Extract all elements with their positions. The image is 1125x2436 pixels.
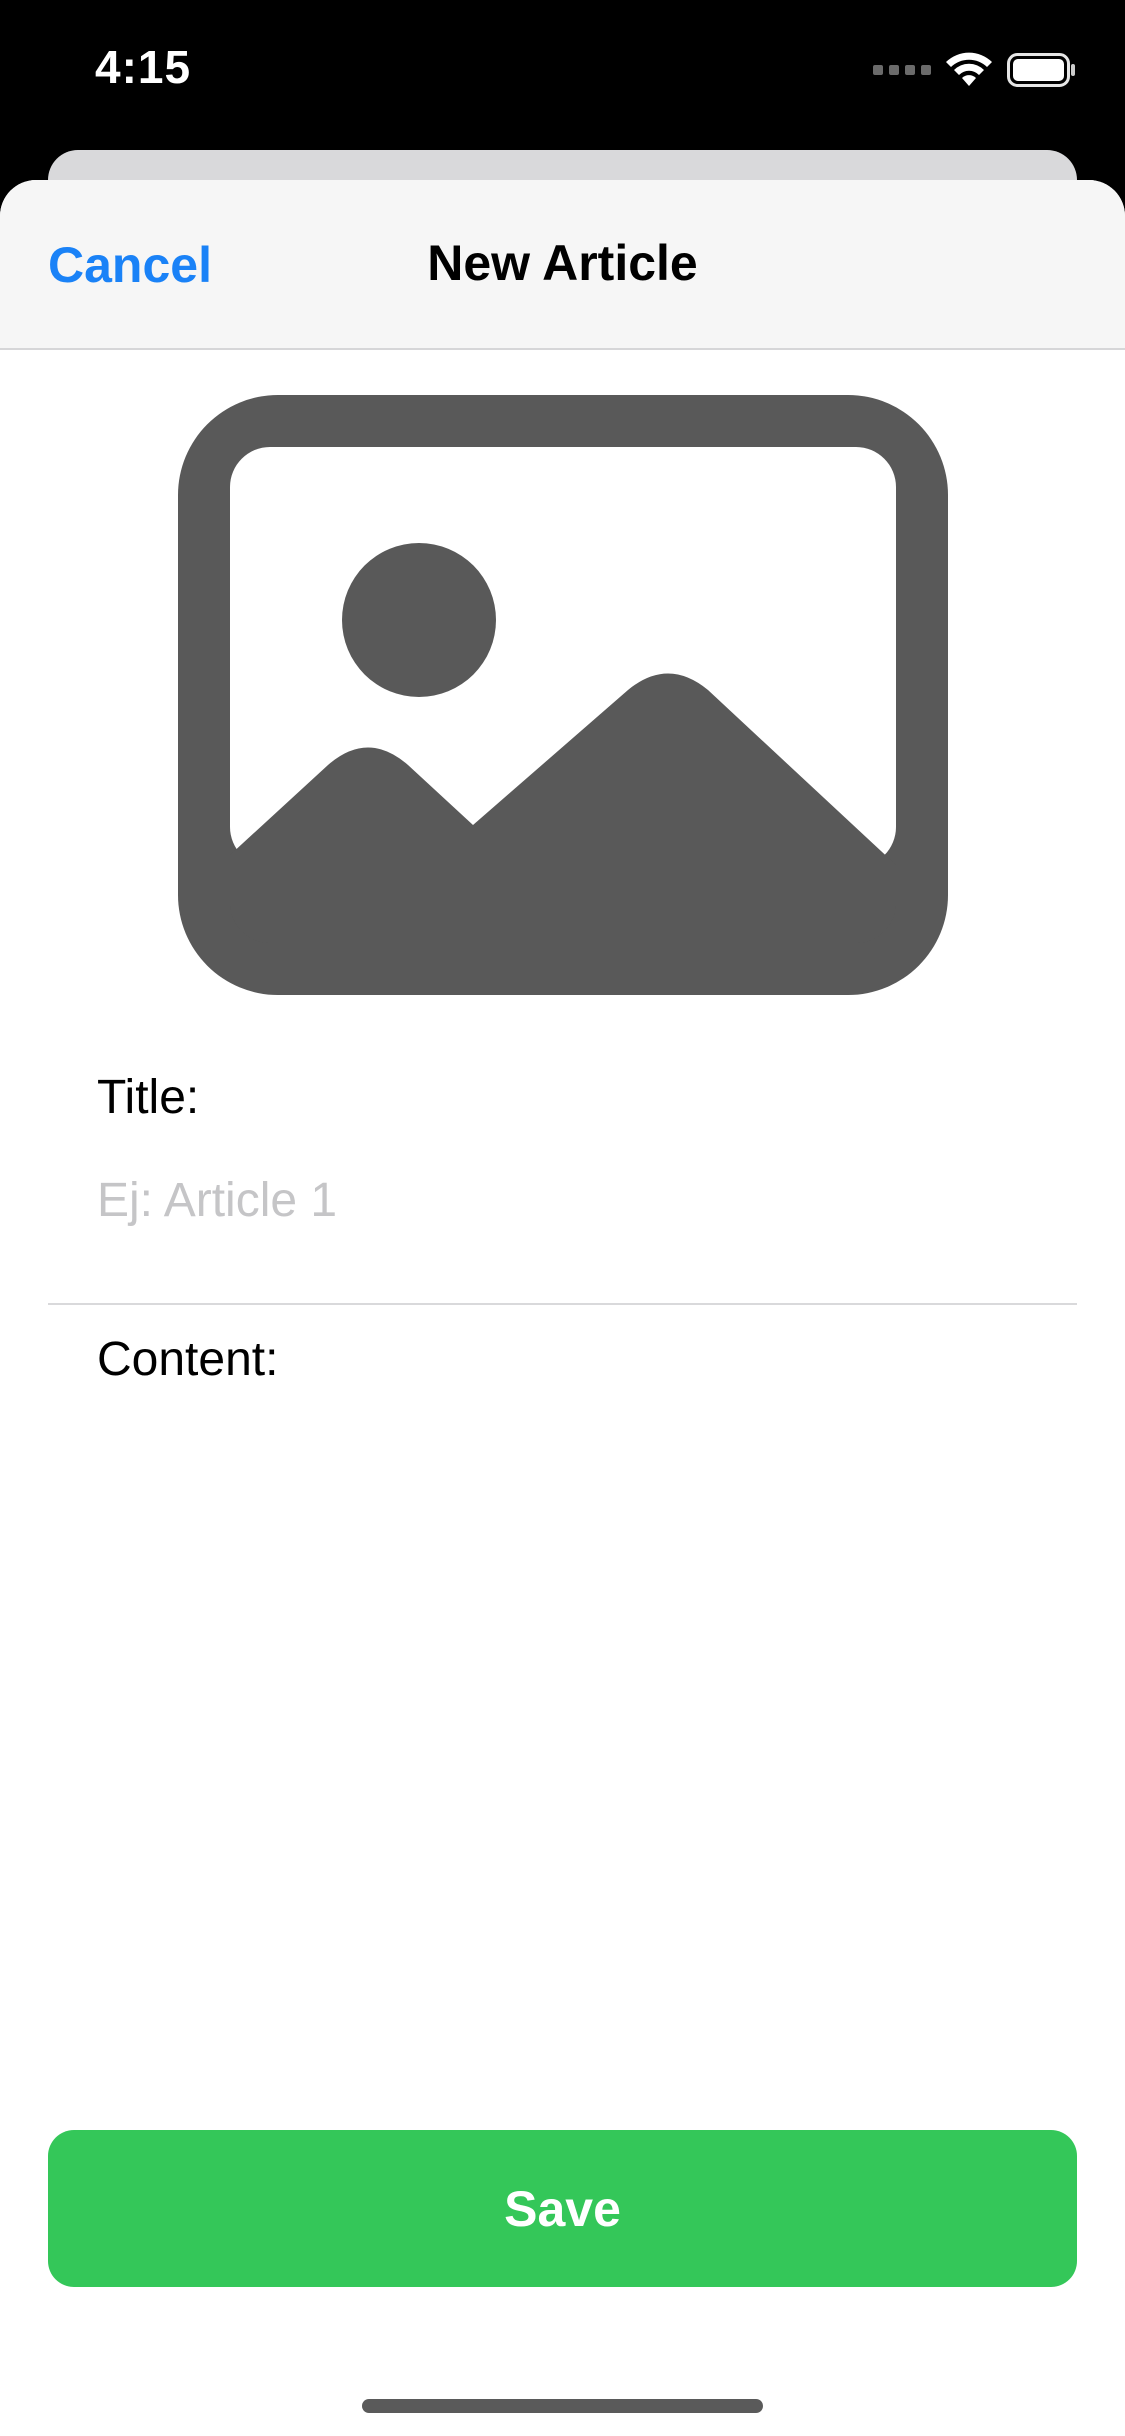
status-time: 4:15: [95, 41, 192, 93]
status-icons: [873, 50, 1077, 90]
divider: [48, 1303, 1077, 1305]
status-bar: 4:15: [0, 0, 1125, 140]
home-indicator: [362, 2399, 763, 2413]
battery-icon: [1007, 53, 1075, 87]
title-label: Title:: [97, 1071, 200, 1124]
save-button[interactable]: Save: [48, 2130, 1077, 2287]
image-picker[interactable]: [178, 395, 948, 995]
photo-icon: [178, 395, 948, 995]
wifi-icon: [946, 52, 992, 86]
page-title: New Article: [427, 235, 698, 291]
content-label: Content:: [97, 1333, 279, 1386]
content-textarea[interactable]: [97, 1420, 1057, 2220]
navigation-bar: Cancel New Article: [0, 180, 1125, 350]
new-article-sheet: Cancel New Article Title: Content: Save: [0, 180, 1125, 2436]
signal-icon: [873, 65, 931, 75]
title-input[interactable]: [97, 1160, 1057, 1240]
